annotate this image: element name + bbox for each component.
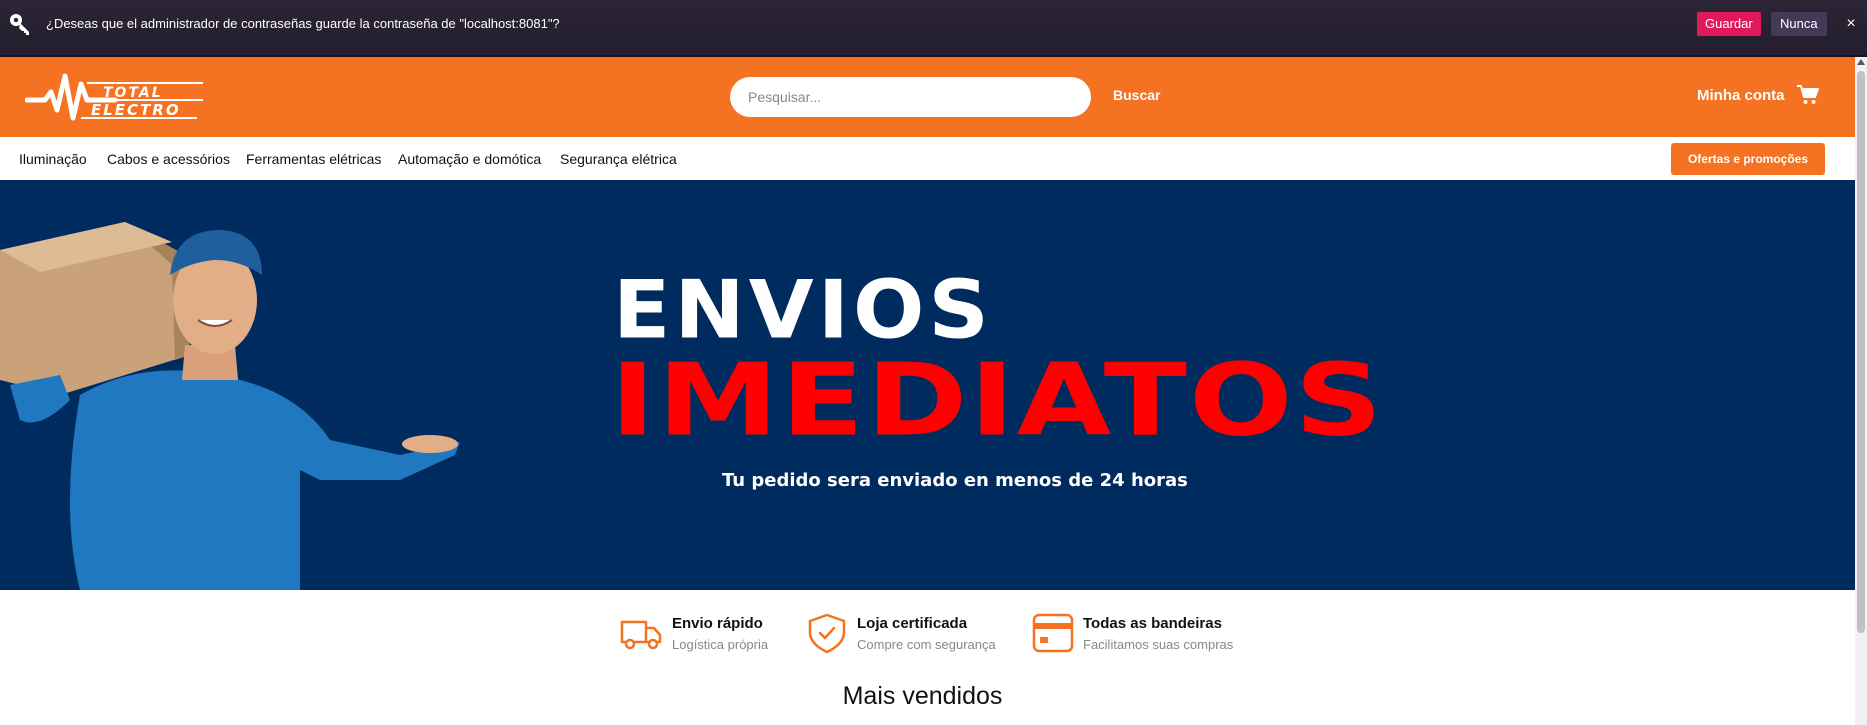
total-electro-logo[interactable]: TOTAL ELECTRO	[24, 70, 205, 124]
password-save-bar: ¿Deseas que el administrador de contrase…	[0, 0, 1867, 57]
cart-icon[interactable]	[1797, 85, 1819, 105]
hero-banner[interactable]: ENVIOS IMEDIATOS Tu pedido sera enviado …	[0, 180, 1855, 590]
feature-subtitle: Facilitamos suas compras	[1083, 637, 1234, 652]
key-icon	[10, 14, 29, 35]
password-save-message: ¿Deseas que el administrador de contrase…	[46, 16, 560, 31]
category-nav: Iluminação Cabos e acessórios Ferramenta…	[0, 137, 1855, 180]
search-input[interactable]	[730, 77, 1091, 117]
nav-item-seguranca[interactable]: Segurança elétrica	[560, 151, 677, 167]
nav-item-iluminacao[interactable]: Iluminação	[19, 151, 87, 167]
nav-item-cabos[interactable]: Cabos e acessórios	[107, 151, 230, 167]
scroll-up-arrow-icon[interactable]	[1857, 59, 1865, 65]
site-header: TOTAL ELECTRO Buscar Minha conta	[0, 57, 1855, 137]
never-save-button[interactable]: Nunca	[1771, 12, 1827, 36]
search-button[interactable]: Buscar	[1113, 87, 1160, 103]
shield-check-icon	[808, 613, 846, 654]
hero-title-envios: ENVIOS	[613, 263, 993, 357]
scrollbar-thumb[interactable]	[1857, 71, 1865, 633]
hero-title-imediatos: IMEDIATOS	[610, 341, 1385, 459]
delivery-man-image	[0, 222, 460, 590]
logo-graphic: TOTAL ELECTRO	[24, 73, 203, 121]
logo-text-top: TOTAL	[103, 85, 163, 101]
credit-card-icon	[1032, 613, 1074, 653]
nav-item-ferramentas[interactable]: Ferramentas elétricas	[246, 151, 381, 167]
feature-subtitle: Compre com segurança	[857, 637, 996, 652]
best-sellers-heading: Mais vendidos	[842, 682, 1003, 710]
page-scrollbar[interactable]	[1855, 57, 1867, 725]
feature-title: Envio rápido	[672, 615, 763, 632]
feature-title: Todas as bandeiras	[1083, 615, 1222, 632]
my-account-link[interactable]: Minha conta	[1697, 87, 1785, 104]
logo-text-bottom: ELECTRO	[91, 101, 181, 119]
nav-item-automacao[interactable]: Automação e domótica	[398, 151, 541, 167]
close-icon[interactable]: ×	[1841, 13, 1861, 35]
feature-subtitle: Logística própria	[672, 637, 769, 652]
hero-subtitle: Tu pedido sera enviado en menos de 24 ho…	[722, 470, 1188, 491]
offers-button[interactable]: Ofertas e promoções	[1671, 143, 1825, 175]
page: ¿Deseas que el administrador de contrase…	[0, 0, 1867, 725]
features-strip: Envio rápido Logística própria Loja cert…	[0, 590, 1855, 670]
feature-title: Loja certificada	[857, 615, 968, 632]
truck-icon	[620, 620, 662, 650]
save-password-button[interactable]: Guardar	[1697, 12, 1761, 36]
